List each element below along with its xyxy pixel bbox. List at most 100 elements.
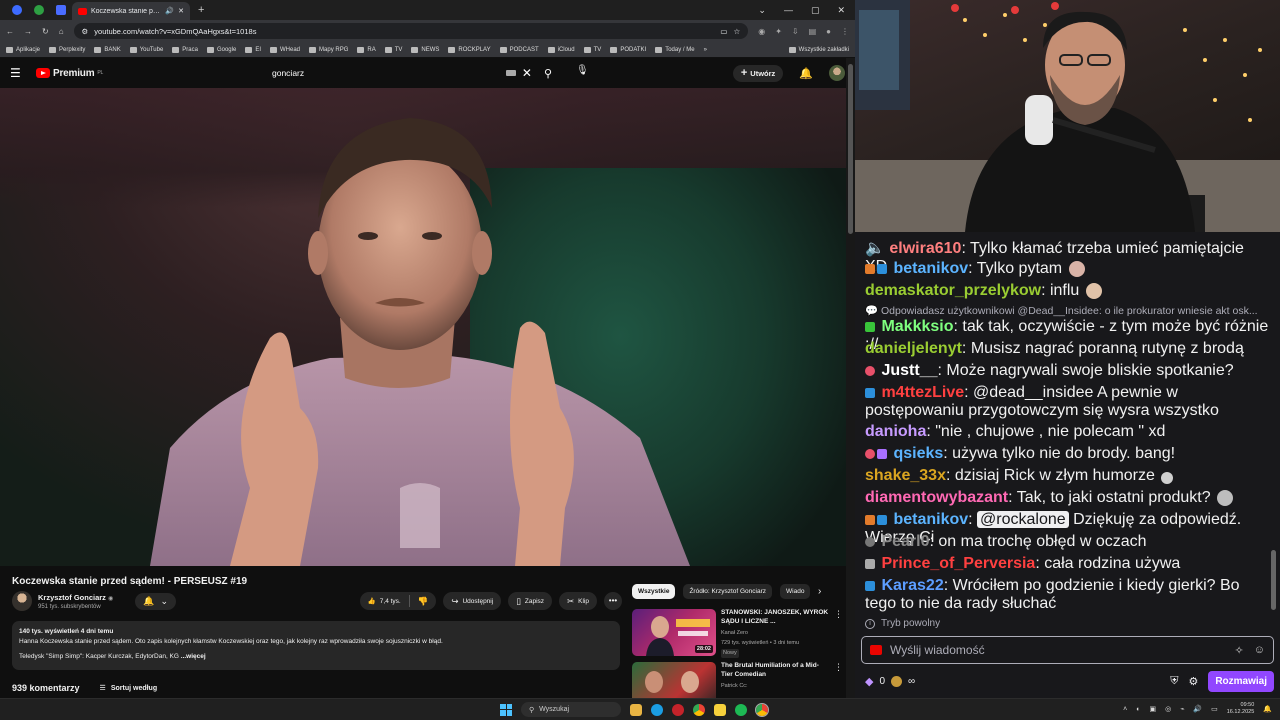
chat-username[interactable]: qsieks xyxy=(893,445,943,462)
show-more-link[interactable]: ...więcej xyxy=(181,653,206,660)
pinned-tab-icon-2[interactable] xyxy=(56,5,66,15)
chevron-right-icon[interactable]: › xyxy=(818,586,821,597)
hamburger-menu-icon[interactable]: ☰ xyxy=(10,66,24,80)
chrome-icon[interactable] xyxy=(693,703,705,716)
emote-picker-icon[interactable]: ☺ xyxy=(1254,644,1265,657)
search-icon[interactable]: ⚲ xyxy=(544,67,552,80)
subscription-bell-button[interactable]: 🔔 ⌄ xyxy=(135,592,177,610)
tray-app-icon-2[interactable]: ▣ xyxy=(1149,705,1156,713)
related-video[interactable]: 28:02 STANOWSKI: JANOSZEK, WYROK SĄDU I … xyxy=(632,609,843,658)
chat-username[interactable]: Prince_of_Perversia xyxy=(881,555,1035,572)
related-title[interactable]: The Brutal Humiliation of a Mid-Tier Com… xyxy=(721,662,829,679)
profile-icon[interactable]: ● xyxy=(826,27,831,36)
channel-avatar[interactable] xyxy=(12,591,32,611)
bookmark-item[interactable]: TV xyxy=(583,46,601,53)
create-button[interactable]: + Utwórz xyxy=(732,64,784,82)
reply-context[interactable]: 💬 Odpowiadasz użytkownikowi @Dead__Insid… xyxy=(865,304,1270,317)
site-info-icon[interactable]: ⚙ xyxy=(82,27,89,36)
chat-username[interactable]: danioha xyxy=(865,423,926,440)
chat-username[interactable]: Justt__ xyxy=(881,362,937,379)
microphone-icon[interactable]: 🎙 xyxy=(576,65,589,76)
chat-username[interactable]: Karas22 xyxy=(881,577,943,594)
edge-icon[interactable] xyxy=(651,703,663,716)
bookmarks-overflow-icon[interactable]: » xyxy=(704,47,707,53)
profile-tab-icon[interactable] xyxy=(12,5,22,15)
sort-comments-button[interactable]: ☰ Sortuj według xyxy=(100,684,158,693)
magic-icon[interactable]: ✧ xyxy=(1235,644,1244,657)
bookmark-item[interactable]: EI xyxy=(245,46,261,53)
bookmark-item[interactable]: BANK xyxy=(94,46,121,53)
tray-app-icon-3[interactable]: ◎ xyxy=(1165,705,1171,713)
home-icon[interactable]: ⌂ xyxy=(59,27,64,36)
all-bookmarks[interactable]: Wszystkie zakładki xyxy=(788,46,849,53)
bookmark-item[interactable]: WHead xyxy=(270,46,300,53)
minimize-icon[interactable]: — xyxy=(784,5,793,16)
back-icon[interactable]: ← xyxy=(6,27,14,36)
related-channel[interactable]: Kanał Zero xyxy=(721,629,829,638)
file-explorer-icon[interactable] xyxy=(630,703,642,716)
more-options-icon[interactable]: ⋮ xyxy=(834,662,843,698)
related-title[interactable]: STANOWSKI: JANOSZEK, WYROK SĄDU I LICZNE… xyxy=(721,609,829,626)
account-avatar[interactable] xyxy=(829,65,845,81)
chip-news[interactable]: Wiado xyxy=(780,584,811,599)
chip-source-channel[interactable]: Źródło: Krzysztof Gonciarz xyxy=(683,584,773,599)
tray-overflow-icon[interactable]: ˄ xyxy=(1123,706,1127,713)
taskbar-search[interactable]: ⚲ Wyszukaj xyxy=(521,702,621,717)
bookmark-item[interactable]: Mapy RPG xyxy=(309,46,348,53)
chat-input[interactable]: Wyślij wiadomość ✧ ☺ xyxy=(861,636,1274,664)
chat-input-placeholder[interactable]: Wyślij wiadomość xyxy=(890,643,985,657)
related-video[interactable]: The Brutal Humiliation of a Mid-Tier Com… xyxy=(632,662,843,698)
bookmark-item[interactable]: PODCAST xyxy=(499,46,539,53)
dislike-button[interactable]: 👎 xyxy=(410,596,437,607)
settings-gear-icon[interactable]: ⚙ xyxy=(1188,675,1198,688)
cast-icon[interactable]: ▭ xyxy=(720,27,727,36)
clear-search-icon[interactable]: ✕ xyxy=(522,66,532,80)
bookmark-item[interactable]: RA xyxy=(357,46,376,53)
bookmark-item[interactable]: Today / Me xyxy=(655,46,695,53)
sidebar-icon[interactable]: ▤ xyxy=(809,27,817,36)
scrollbar-thumb[interactable] xyxy=(848,64,853,234)
extensions-puzzle-icon[interactable]: ✦ xyxy=(775,27,782,36)
bookmark-item[interactable]: Google xyxy=(206,46,236,53)
bookmark-item[interactable]: PODATKI xyxy=(610,46,646,53)
notes-icon[interactable] xyxy=(714,703,726,716)
tray-app-icon[interactable]: ◐ xyxy=(1136,706,1140,713)
bookmark-item[interactable]: Praca xyxy=(172,46,198,53)
reload-icon[interactable]: ↻ xyxy=(42,27,49,36)
clock[interactable]: 09:50 16.12.2025 xyxy=(1227,702,1255,716)
channel-points-icon[interactable] xyxy=(891,675,903,687)
chat-username[interactable]: betanikov xyxy=(893,260,968,277)
new-tab-icon[interactable]: + xyxy=(198,4,204,16)
chat-username[interactable]: diamentowybazant xyxy=(865,489,1008,506)
page-scrollbar[interactable] xyxy=(846,58,855,698)
save-button[interactable]: ▯ Zapisz xyxy=(508,592,553,610)
close-window-icon[interactable]: ✕ xyxy=(837,5,845,16)
chat-username[interactable]: danieljelenyt xyxy=(865,340,962,357)
channel-name[interactable]: Krzysztof Gonciarz ◉ xyxy=(38,593,113,602)
chat-username[interactable]: m4ttezLive xyxy=(881,384,964,401)
related-thumbnail[interactable] xyxy=(632,662,716,698)
forward-icon[interactable]: → xyxy=(24,27,32,36)
speaker-icon[interactable]: 🔊 xyxy=(165,7,174,15)
chat-username[interactable]: Makkksio xyxy=(881,318,953,335)
mention[interactable]: @rockalone xyxy=(977,511,1069,528)
extension-icon[interactable]: ◉ xyxy=(758,27,765,36)
keyboard-icon[interactable] xyxy=(505,70,516,76)
address-bar[interactable]: ⚙ youtube.com/watch?v=xGDmQAaHgxs&t=1018… xyxy=(73,23,749,39)
bookmark-item[interactable]: TV xyxy=(384,46,402,53)
more-options-icon[interactable]: ⋮ xyxy=(834,609,843,658)
more-actions-icon[interactable]: ••• xyxy=(604,592,622,610)
network-icon[interactable]: ⌁ xyxy=(1180,705,1184,713)
volume-icon[interactable]: 🔊 xyxy=(1193,705,1202,713)
chrome-active-icon[interactable] xyxy=(755,702,769,717)
tab-search-icon[interactable]: ⌄ xyxy=(758,5,766,16)
search-input[interactable]: gonciarz xyxy=(272,68,506,78)
clip-button[interactable]: ✂ Klip xyxy=(559,592,597,610)
notifications-bell-icon[interactable]: 🔔 xyxy=(799,67,813,80)
active-tab[interactable]: Koczewska stanie przed sąd... 🔊 ✕ xyxy=(72,2,190,20)
close-tab-icon[interactable]: ✕ xyxy=(178,7,184,15)
bookmark-item[interactable]: NEWS xyxy=(411,46,439,53)
video-description[interactable]: 140 tys. wyświetleń 4 dni temu Hanna Koc… xyxy=(12,621,620,670)
chat-username[interactable]: Pearl0 xyxy=(881,533,929,550)
menu-dots-icon[interactable]: ⋮ xyxy=(841,27,849,36)
